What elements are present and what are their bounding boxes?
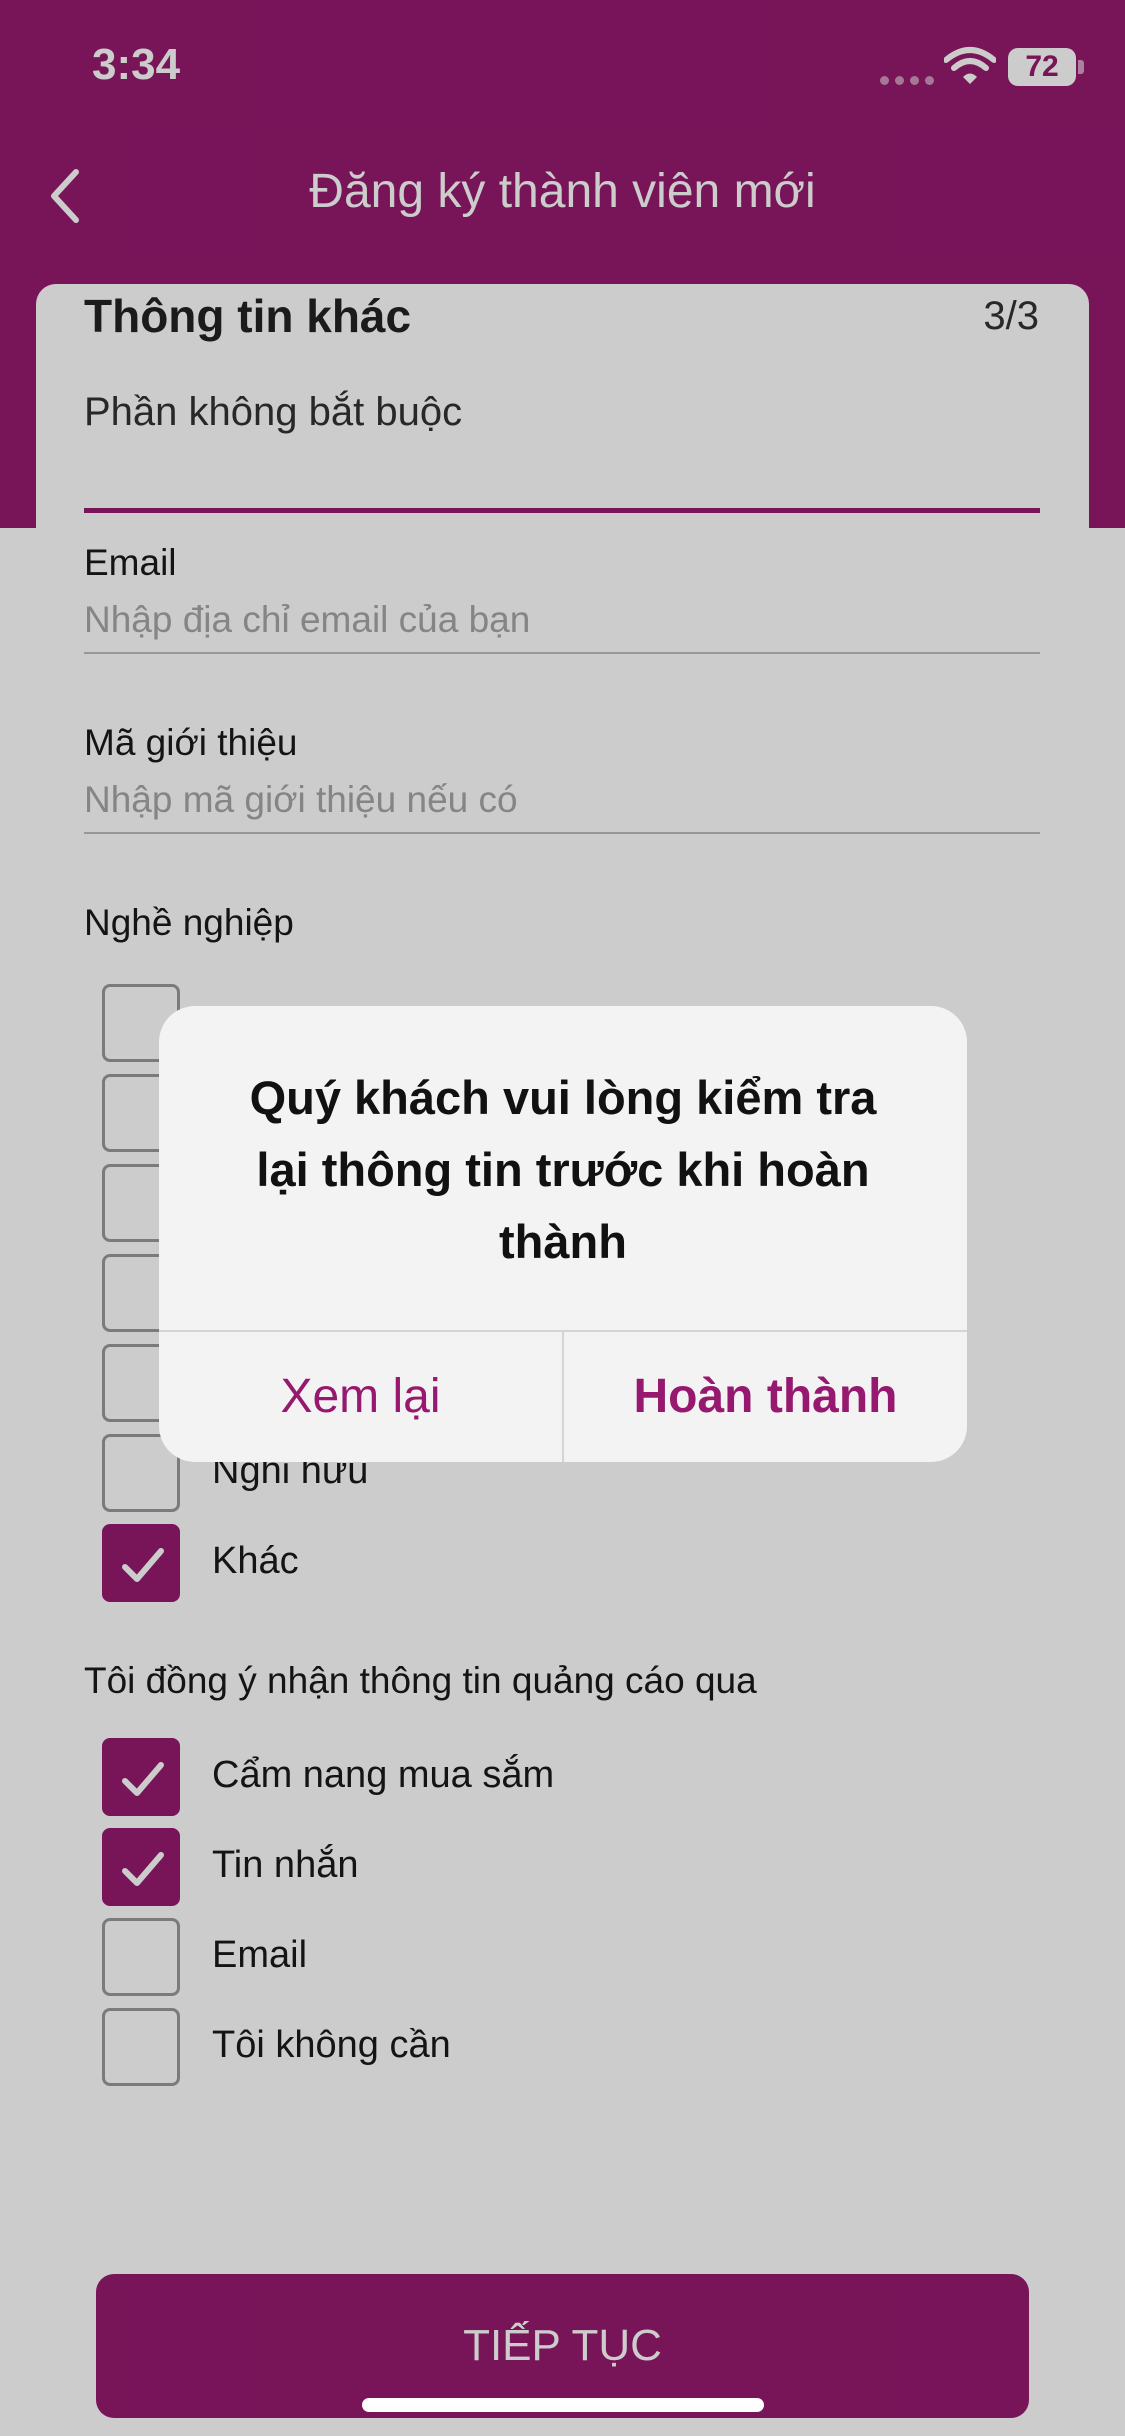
complete-button[interactable]: Hoàn thành [564,1332,967,1462]
confirm-alert: Quý khách vui lòng kiểm tra lại thông ti… [159,1006,967,1462]
review-button[interactable]: Xem lại [159,1332,562,1462]
alert-message: Quý khách vui lòng kiểm tra lại thông ti… [249,1071,877,1268]
home-indicator [362,2398,764,2412]
